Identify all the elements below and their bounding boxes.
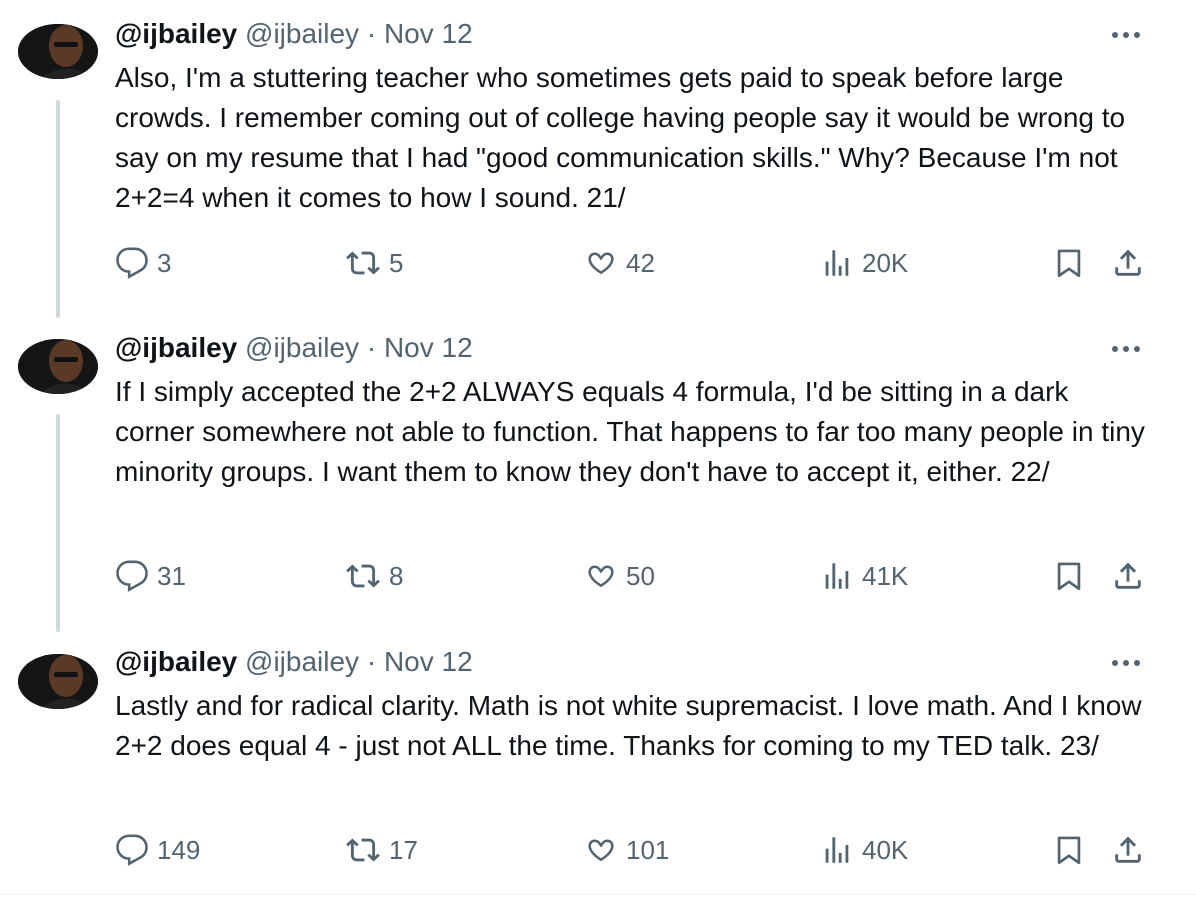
share-button[interactable] xyxy=(1111,243,1153,283)
share-upload-icon xyxy=(1115,836,1141,863)
view-count: 41K xyxy=(862,560,909,591)
avatar[interactable] xyxy=(18,654,98,709)
user-handle[interactable]: @ijbailey xyxy=(245,332,359,363)
tweet-header: @ijbailey @ijbailey · Nov 12 xyxy=(115,14,473,54)
bookmark-button[interactable] xyxy=(1052,243,1094,283)
like-count: 50 xyxy=(626,560,655,591)
repost-count: 5 xyxy=(389,247,404,278)
more-horizontal-icon xyxy=(1112,32,1140,38)
tweet-header: @ijbailey @ijbailey · Nov 12 xyxy=(115,642,473,682)
bar-chart-icon xyxy=(825,563,849,589)
reply-count: 149 xyxy=(157,834,201,865)
repost-arrows-icon xyxy=(346,838,380,862)
repost-arrows-icon xyxy=(346,564,380,588)
tweet-actions: 149 17 101 40K xyxy=(115,830,1196,870)
tweet-date[interactable]: Nov 12 xyxy=(384,332,473,363)
bar-chart-icon xyxy=(825,837,849,863)
repost-arrows-icon xyxy=(346,251,380,275)
repost-button[interactable]: 8 xyxy=(345,556,403,596)
repost-button[interactable]: 17 xyxy=(345,830,418,870)
speech-bubble-icon xyxy=(116,560,148,592)
bookmark-icon xyxy=(1057,249,1081,278)
more-options-button[interactable] xyxy=(1108,20,1144,50)
tweet-header: @ijbailey @ijbailey · Nov 12 xyxy=(115,328,473,368)
user-handle[interactable]: @ijbailey xyxy=(245,646,359,677)
like-button[interactable]: 50 xyxy=(584,556,655,596)
view-count: 20K xyxy=(862,247,909,278)
repost-count: 8 xyxy=(389,560,404,591)
views-button[interactable]: 41K xyxy=(820,556,908,596)
display-name[interactable]: @ijbailey xyxy=(115,332,237,363)
bar-chart-icon xyxy=(825,250,849,276)
views-button[interactable]: 40K xyxy=(820,830,908,870)
reply-button[interactable]: 149 xyxy=(115,830,200,870)
tweet-date[interactable]: Nov 12 xyxy=(384,646,473,677)
tweet-text: Also, I'm a stuttering teacher who somet… xyxy=(115,62,1126,213)
more-options-button[interactable] xyxy=(1108,648,1144,678)
heart-icon xyxy=(588,565,614,588)
repost-count: 17 xyxy=(389,834,418,865)
views-button[interactable]: 20K xyxy=(820,243,908,283)
reply-count: 31 xyxy=(157,560,186,591)
avatar[interactable] xyxy=(18,339,98,394)
bookmark-button[interactable] xyxy=(1052,830,1094,870)
share-upload-icon xyxy=(1115,562,1141,589)
bookmark-button[interactable] xyxy=(1052,556,1094,596)
bookmark-icon xyxy=(1057,562,1081,591)
reply-button[interactable]: 31 xyxy=(115,556,186,596)
heart-icon xyxy=(588,839,614,862)
thread-connector-line xyxy=(56,414,60,632)
like-button[interactable]: 101 xyxy=(584,830,669,870)
reply-button[interactable]: 3 xyxy=(115,243,171,283)
view-count: 40K xyxy=(862,834,909,865)
tweet-date[interactable]: Nov 12 xyxy=(384,18,473,49)
repost-button[interactable]: 5 xyxy=(345,243,403,283)
separator-dot: · xyxy=(366,332,377,363)
user-handle[interactable]: @ijbailey xyxy=(245,18,359,49)
reply-count: 3 xyxy=(157,247,172,278)
separator-dot: · xyxy=(366,646,377,677)
display-name[interactable]: @ijbailey xyxy=(115,18,237,49)
share-upload-icon xyxy=(1115,249,1141,276)
share-button[interactable] xyxy=(1111,830,1153,870)
more-horizontal-icon xyxy=(1112,346,1140,352)
share-button[interactable] xyxy=(1111,556,1153,596)
display-name[interactable]: @ijbailey xyxy=(115,646,237,677)
tweet-text: Lastly and for radical clarity. Math is … xyxy=(115,690,1142,761)
tweet-actions: 3 5 42 20K xyxy=(115,243,1196,283)
heart-icon xyxy=(588,252,614,275)
speech-bubble-icon xyxy=(116,247,148,279)
separator-dot: · xyxy=(366,18,377,49)
more-horizontal-icon xyxy=(1112,660,1140,666)
like-button[interactable]: 42 xyxy=(584,243,655,283)
more-options-button[interactable] xyxy=(1108,334,1144,364)
tweet-text: If I simply accepted the 2+2 ALWAYS equa… xyxy=(115,376,1145,487)
divider xyxy=(0,894,1196,895)
like-count: 101 xyxy=(626,834,670,865)
speech-bubble-icon xyxy=(116,834,148,866)
tweet-actions: 31 8 50 41K xyxy=(115,556,1196,596)
avatar[interactable] xyxy=(18,24,98,79)
like-count: 42 xyxy=(626,247,655,278)
thread-connector-line xyxy=(56,100,60,318)
bookmark-icon xyxy=(1057,836,1081,865)
